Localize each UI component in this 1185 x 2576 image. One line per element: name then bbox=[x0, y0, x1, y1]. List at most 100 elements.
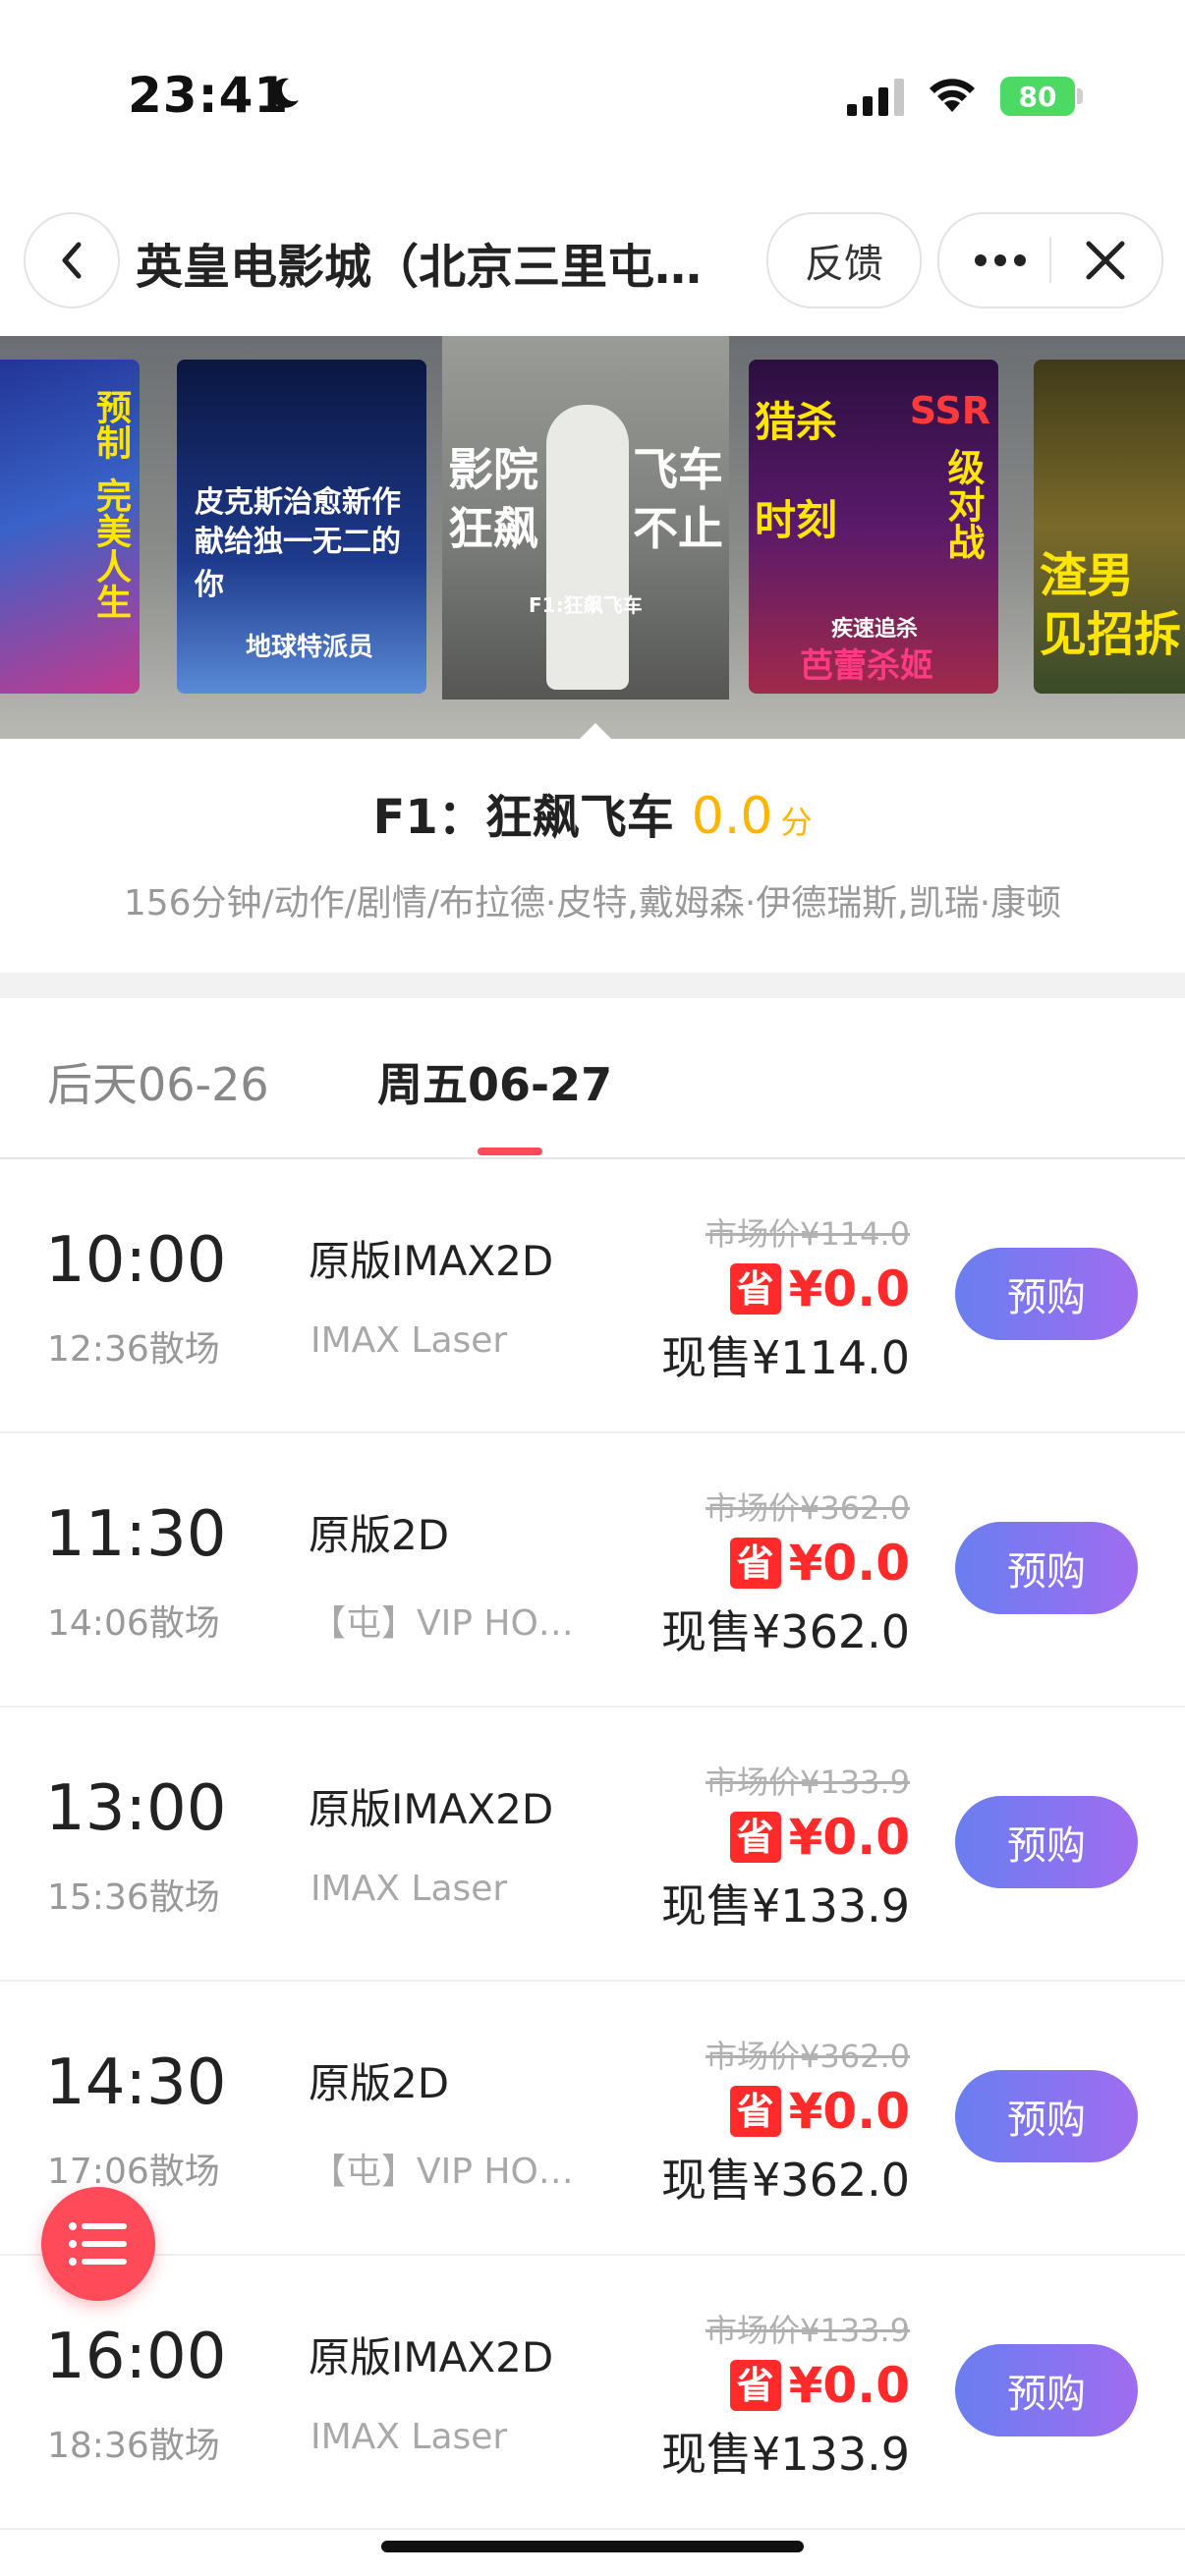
tab-date-0627[interactable]: 周五06-27 bbox=[377, 1049, 612, 1114]
wifi-icon bbox=[930, 79, 975, 112]
market-price: 市场价¥133.9 bbox=[705, 1764, 910, 1801]
save-amount: ¥0.0 bbox=[788, 2083, 910, 2140]
save-badge: 省 bbox=[729, 1812, 781, 1863]
list-menu-icon bbox=[69, 2222, 127, 2266]
end-time: 17:06散场 bbox=[47, 2152, 220, 2192]
showtime-row[interactable]: 14:30 17:06散场 原版2D 【屯】VIP HO… 市场价¥362.0 … bbox=[0, 1982, 1185, 2256]
film-version: 原版2D bbox=[309, 2059, 450, 2107]
start-time: 16:00 bbox=[45, 2321, 227, 2393]
movie-title-row: F1：狂飙飞车 0.0 分 bbox=[0, 778, 1185, 847]
price-block: 市场价¥362.0 省 ¥0.0 现售¥362.0 bbox=[661, 2037, 910, 2210]
end-time: 12:36散场 bbox=[47, 1329, 220, 1370]
status-bar: 23:41 80 bbox=[0, 0, 1185, 187]
current-price: 现售¥114.0 bbox=[661, 1331, 910, 1384]
poster-text: 飞车 bbox=[633, 443, 723, 496]
poster-text: 完美人生 bbox=[90, 477, 131, 619]
poster-4[interactable]: 渣男 见招拆 bbox=[1034, 360, 1185, 694]
saving-line: 省 ¥0.0 bbox=[661, 1260, 910, 1318]
feedback-button[interactable]: 反馈 bbox=[766, 212, 922, 308]
price-block: 市场价¥114.0 省 ¥0.0 现售¥114.0 bbox=[661, 1214, 910, 1387]
saving-line: 省 ¥0.0 bbox=[661, 1808, 910, 1867]
presale-button[interactable]: 预购 bbox=[955, 1522, 1138, 1614]
home-indicator bbox=[381, 2541, 804, 2552]
showtime-list: 10:00 12:36散场 原版IMAX2D IMAX Laser 市场价¥11… bbox=[0, 1159, 1185, 2530]
list-menu-button[interactable] bbox=[41, 2187, 155, 2301]
poster-2-selected[interactable]: 影院 狂飙 飞车 不止 F1:狂飙飞车 bbox=[442, 336, 729, 700]
poster-text: 芭蕾杀姬 bbox=[800, 646, 933, 686]
market-price: 市场价¥362.0 bbox=[705, 1489, 910, 1527]
save-amount: ¥0.0 bbox=[788, 2357, 910, 2414]
save-amount: ¥0.0 bbox=[788, 1809, 910, 1866]
saving-line: 省 ¥0.0 bbox=[661, 1534, 910, 1593]
nav-bar: 英皇电影城（北京三里屯… 反馈 bbox=[0, 206, 1185, 314]
movie-meta: 156分钟/动作/剧情/布拉德·皮特,戴姆森·伊德瑞斯,凯瑞·康顿 bbox=[123, 883, 1062, 924]
poster-text: 影院 bbox=[448, 443, 538, 496]
film-version: 原版2D bbox=[309, 1511, 450, 1559]
presale-button[interactable]: 预购 bbox=[955, 2070, 1138, 2162]
movie-title: F1：狂飙飞车 bbox=[372, 790, 674, 845]
signal-icon bbox=[847, 79, 904, 116]
movie-info: F1：狂飙飞车 0.0 分 156分钟/动作/剧情/布拉德·皮特,戴姆森·伊德瑞斯,… bbox=[0, 739, 1185, 975]
poster-text: 皮克斯治愈新作 bbox=[195, 485, 401, 520]
save-amount: ¥0.0 bbox=[788, 1535, 910, 1592]
save-amount: ¥0.0 bbox=[788, 1260, 910, 1317]
presale-button[interactable]: 预购 bbox=[955, 1248, 1138, 1340]
back-button[interactable] bbox=[24, 212, 120, 308]
market-price: 市场价¥133.9 bbox=[705, 2312, 910, 2349]
current-price: 现售¥133.9 bbox=[661, 2428, 910, 2481]
film-version: 原版IMAX2D bbox=[309, 1237, 554, 1285]
battery-level: 80 bbox=[1018, 80, 1057, 113]
capsule-divider bbox=[1049, 238, 1051, 283]
showtime-row[interactable]: 13:00 15:36散场 原版IMAX2D IMAX Laser 市场价¥13… bbox=[0, 1708, 1185, 1982]
hall-name: IMAX Laser bbox=[310, 2417, 508, 2457]
battery-tip bbox=[1077, 88, 1083, 104]
poster-text: 献给独一无二的你 bbox=[195, 525, 401, 602]
presale-button[interactable]: 预购 bbox=[955, 2344, 1138, 2436]
poster-figure bbox=[546, 405, 629, 690]
end-time: 14:06散场 bbox=[47, 1603, 220, 1644]
more-dots-icon[interactable] bbox=[973, 246, 1028, 275]
poster-text: 见招拆 bbox=[1040, 607, 1182, 662]
save-badge: 省 bbox=[729, 2086, 781, 2137]
end-time: 18:36散场 bbox=[47, 2426, 220, 2466]
current-price: 现售¥362.0 bbox=[661, 2154, 910, 2207]
poster-text: 猎杀 bbox=[755, 398, 838, 446]
current-price: 现售¥133.9 bbox=[661, 1879, 910, 1932]
showtime-row[interactable]: 11:30 14:06散场 原版2D 【屯】VIP HO… 市场价¥362.0 … bbox=[0, 1433, 1185, 1708]
save-badge: 省 bbox=[729, 2360, 781, 2411]
poster-text: 狂飙 bbox=[448, 502, 538, 555]
back-chevron-icon bbox=[62, 242, 82, 279]
movie-score: 0.0 bbox=[691, 787, 773, 846]
battery-icon: 80 bbox=[1000, 77, 1075, 116]
poster-text: F1:狂飙飞车 bbox=[529, 593, 643, 617]
moon-icon bbox=[270, 78, 299, 108]
poster-text: 不止 bbox=[633, 502, 723, 555]
poster-0[interactable]: 预制 完美人生 bbox=[0, 360, 140, 694]
close-icon[interactable] bbox=[1081, 236, 1130, 285]
saving-line: 省 ¥0.0 bbox=[661, 2356, 910, 2415]
cinema-title: 英皇电影城（北京三里屯… bbox=[136, 240, 703, 295]
showtime-row[interactable]: 10:00 12:36散场 原版IMAX2D IMAX Laser 市场价¥11… bbox=[0, 1159, 1185, 1433]
poster-text: 地球特派员 bbox=[246, 633, 374, 662]
mini-program-capsule bbox=[937, 212, 1163, 308]
status-time: 23:41 bbox=[128, 67, 290, 124]
film-version: 原版IMAX2D bbox=[309, 2333, 554, 2381]
start-time: 10:00 bbox=[45, 1224, 227, 1297]
poster-text: SSR bbox=[909, 389, 990, 432]
presale-button[interactable]: 预购 bbox=[955, 1796, 1138, 1888]
poster-carousel[interactable]: 预制 完美人生 皮克斯治愈新作 献给独一无二的你 地球特派员 影院 狂飙 飞车 … bbox=[0, 336, 1185, 739]
section-divider bbox=[0, 973, 1185, 998]
hall-name: IMAX Laser bbox=[310, 1320, 508, 1361]
showtime-row[interactable]: 16:00 18:36散场 原版IMAX2D IMAX Laser 市场价¥13… bbox=[0, 2256, 1185, 2530]
poster-3[interactable]: 猎杀 时刻 SSR 级对战 疾速追杀 芭蕾杀姬 bbox=[749, 360, 998, 694]
poster-text: 级对战 bbox=[941, 448, 985, 560]
price-block: 市场价¥133.9 省 ¥0.0 现售¥133.9 bbox=[661, 1763, 910, 1935]
active-tab-indicator bbox=[478, 1148, 542, 1155]
tab-date-0626[interactable]: 后天06-26 bbox=[47, 1049, 269, 1114]
market-price: 市场价¥114.0 bbox=[705, 1215, 910, 1253]
poster-text: 预制 bbox=[90, 389, 131, 460]
poster-1[interactable]: 皮克斯治愈新作 献给独一无二的你 地球特派员 bbox=[177, 360, 426, 694]
film-version: 原版IMAX2D bbox=[309, 1785, 554, 1833]
start-time: 14:30 bbox=[45, 2046, 227, 2119]
current-price: 现售¥362.0 bbox=[661, 1605, 910, 1658]
